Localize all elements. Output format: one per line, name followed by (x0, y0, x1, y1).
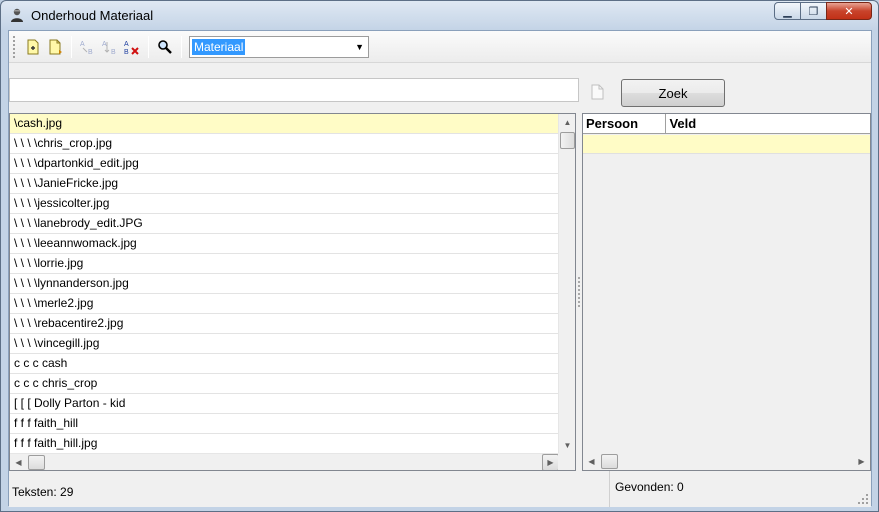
list-item[interactable]: \ \ \ \vincegill.jpg (10, 334, 559, 354)
vertical-scrollbar[interactable]: ▲ ▼ (558, 114, 575, 454)
svg-text:A: A (80, 41, 85, 48)
document-icon[interactable] (591, 84, 604, 100)
toolbar-separator (71, 35, 72, 58)
splitter-grip[interactable] (578, 277, 580, 307)
person-app-icon (11, 8, 23, 22)
new-record-button[interactable] (22, 36, 44, 58)
list-item[interactable]: [ [ [ Dolly Parton - kid (10, 394, 559, 414)
sort-az-button[interactable]: A B (77, 36, 99, 58)
zoek-button[interactable]: Zoek (621, 79, 725, 107)
list-item[interactable]: \ \ \ \dpartonkid_edit.jpg (10, 154, 559, 174)
list-item[interactable]: f f f faith_hill (10, 414, 559, 434)
scroll-thumb[interactable] (28, 455, 45, 470)
grid-horizontal-scrollbar[interactable]: ◀ ▶ (583, 453, 870, 470)
close-button[interactable]: ✕ (826, 2, 872, 20)
maximize-button[interactable]: ❐ (800, 2, 827, 20)
grid-new-row[interactable] (583, 135, 870, 154)
list-item[interactable]: \ \ \ \lynnanderson.jpg (10, 274, 559, 294)
list-item[interactable]: \ \ \ \JanieFricke.jpg (10, 174, 559, 194)
delete-sort-icon: A B (124, 41, 139, 55)
file-list[interactable]: \cash.jpg \ \ \ \chris_crop.jpg \ \ \ \dpa… (10, 114, 559, 454)
toolbar-grip[interactable] (13, 35, 16, 58)
new-document-icon (49, 39, 62, 54)
list-item[interactable]: \cash.jpg (10, 114, 559, 134)
minimize-icon: ▁ (783, 5, 792, 18)
list-item[interactable]: f f f faith_hill.jpg (10, 434, 559, 454)
resize-grip-icon[interactable] (857, 493, 869, 505)
grid-header: Persoon Veld (583, 114, 870, 134)
scroll-right-icon[interactable]: ▶ (542, 454, 559, 470)
scroll-right-icon[interactable]: ▶ (853, 453, 870, 470)
list-item[interactable]: \ \ \ \lorrie.jpg (10, 254, 559, 274)
scroll-up-icon[interactable]: ▲ (559, 114, 575, 131)
sort-az-icon: A B (80, 41, 93, 55)
combo-selected-value: Materiaal (192, 38, 246, 55)
new-document-button[interactable] (44, 36, 66, 58)
toolbar-separator (148, 35, 149, 58)
results-grid-panel: Persoon Veld ◀ ▶ (582, 113, 871, 471)
file-list-panel: \cash.jpg \ \ \ \chris_crop.jpg \ \ \ \dpa… (9, 113, 576, 471)
minimize-button[interactable]: ▁ (774, 2, 801, 20)
status-gevonden-count: Gevonden: 0 (615, 480, 684, 494)
horizontal-scrollbar[interactable]: ◀ ▶ (10, 453, 559, 470)
svg-text:A: A (102, 41, 107, 48)
category-combo[interactable]: Materiaal ▼ (189, 35, 369, 58)
scroll-left-icon[interactable]: ◀ (583, 453, 600, 470)
svg-text:B: B (124, 49, 129, 55)
column-header-veld[interactable]: Veld (666, 114, 870, 134)
list-item[interactable]: \ \ \ \rebacentire2.jpg (10, 314, 559, 334)
toolbar: A B A B A B Materiaal ▼ (9, 31, 871, 63)
list-item[interactable]: c c c cash (10, 354, 559, 374)
status-teksten-count: Teksten: 29 (12, 485, 74, 499)
search-button[interactable] (154, 36, 176, 58)
list-item[interactable]: \ \ \ \leeannwomack.jpg (10, 234, 559, 254)
search-input[interactable] (9, 78, 579, 102)
column-header-persoon[interactable]: Persoon (583, 114, 667, 134)
chevron-down-icon[interactable]: ▼ (355, 42, 364, 52)
scroll-thumb[interactable] (560, 132, 575, 149)
main-window: Onderhoud Materiaal ▁ ❐ ✕ A B A B A B Ma… (0, 0, 879, 512)
scroll-corner (558, 453, 575, 470)
toolbar-separator (181, 35, 182, 58)
svg-text:B: B (111, 49, 116, 55)
list-item[interactable]: \ \ \ \chris_crop.jpg (10, 134, 559, 154)
scroll-down-icon[interactable]: ▼ (559, 437, 575, 454)
svg-text:B: B (88, 49, 93, 55)
delete-sort-button[interactable]: A B (121, 36, 143, 58)
scroll-thumb[interactable] (601, 454, 618, 469)
list-item[interactable]: c c c chris_crop (10, 374, 559, 394)
title-bar[interactable]: Onderhoud Materiaal ▁ ❐ ✕ (1, 1, 878, 29)
svg-text:A: A (124, 41, 129, 48)
list-item[interactable]: \ \ \ \lanebrody_edit.JPG (10, 214, 559, 234)
new-record-icon (27, 39, 39, 54)
search-icon (158, 39, 172, 54)
scroll-left-icon[interactable]: ◀ (10, 454, 27, 470)
list-item[interactable]: \ \ \ \jessicolter.jpg (10, 194, 559, 214)
maximize-icon: ❐ (808, 5, 819, 18)
status-divider (609, 471, 610, 507)
status-bar: Teksten: 29 Gevonden: 0 (9, 471, 871, 507)
client-area: A B A B A B Materiaal ▼ Zoek \cash.jpg \… (8, 30, 872, 507)
sort-za-button[interactable]: A B (99, 36, 121, 58)
sort-za-icon: A B (102, 41, 116, 55)
close-icon: ✕ (844, 5, 854, 18)
list-item[interactable]: \ \ \ \merle2.jpg (10, 294, 559, 314)
window-title: Onderhoud Materiaal (31, 7, 154, 23)
